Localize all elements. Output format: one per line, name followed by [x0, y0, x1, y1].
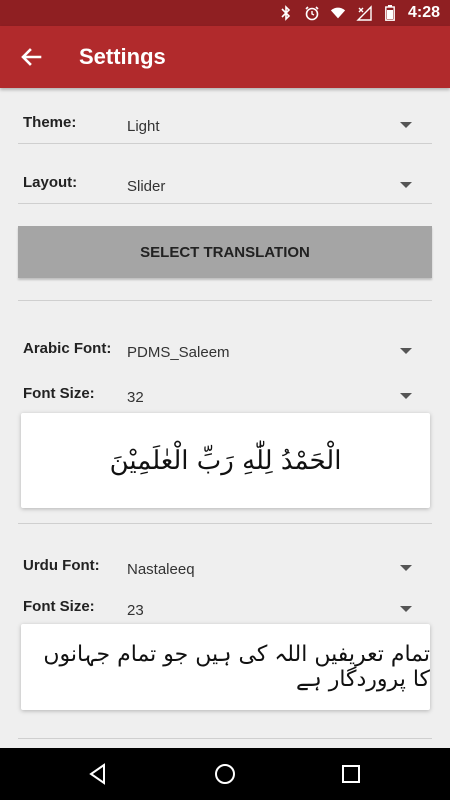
- alarm-icon: [304, 5, 320, 21]
- dropdown-arrow-icon[interactable]: [400, 393, 412, 399]
- wifi-icon: [330, 5, 346, 21]
- app-bar: Settings: [0, 26, 450, 88]
- arabic-preview-card: الْحَمْدُ لِلّٰهِ رَبِّ الْعٰلَمِيْنَ: [21, 413, 430, 508]
- urdu-font-size-value[interactable]: 23: [127, 602, 144, 619]
- dropdown-arrow-icon[interactable]: [400, 122, 412, 128]
- layout-value[interactable]: Slider: [127, 178, 165, 195]
- divider: [18, 203, 432, 204]
- divider: [18, 523, 432, 524]
- urdu-font-label: Urdu Font:: [23, 557, 100, 574]
- layout-setting[interactable]: Layout: Slider: [0, 156, 450, 200]
- back-arrow-icon[interactable]: [18, 44, 44, 70]
- page-title: Settings: [79, 44, 166, 69]
- theme-label: Theme:: [23, 114, 77, 131]
- navigation-bar: [0, 748, 450, 800]
- bluetooth-icon: [278, 5, 294, 21]
- signal-icon: [356, 5, 372, 21]
- nav-recents-icon[interactable]: [339, 762, 363, 786]
- theme-setting[interactable]: Theme: Light: [0, 96, 450, 140]
- urdu-font-size-label: Font Size:: [23, 598, 95, 615]
- status-icons: 4:28: [278, 4, 440, 22]
- arabic-font-size-label: Font Size:: [23, 385, 95, 402]
- status-bar: 4:28: [0, 0, 450, 26]
- arabic-font-setting[interactable]: Arabic Font: PDMS_Saleem: [0, 322, 450, 366]
- arabic-preview-text: الْحَمْدُ لِلّٰهِ رَبِّ الْعٰلَمِيْنَ: [109, 445, 342, 476]
- arabic-font-size-setting[interactable]: Font Size: 32: [0, 367, 450, 411]
- dropdown-arrow-icon[interactable]: [400, 565, 412, 571]
- divider: [18, 143, 432, 144]
- urdu-font-value[interactable]: Nastaleeq: [127, 561, 195, 578]
- select-translation-button[interactable]: SELECT TRANSLATION: [18, 226, 432, 278]
- dropdown-arrow-icon[interactable]: [400, 606, 412, 612]
- dropdown-arrow-icon[interactable]: [400, 348, 412, 354]
- divider: [18, 300, 432, 301]
- divider: [18, 738, 432, 739]
- status-time: 4:28: [407, 4, 440, 21]
- urdu-preview-card: تمام تعریفیں اللہ کی ہیں جو تمام جہانوں …: [21, 624, 430, 710]
- dropdown-arrow-icon[interactable]: [400, 182, 412, 188]
- layout-label: Layout:: [23, 174, 78, 191]
- arabic-font-label: Arabic Font:: [23, 340, 112, 357]
- arabic-font-value[interactable]: PDMS_Saleem: [127, 344, 230, 361]
- nav-home-icon[interactable]: [213, 762, 237, 786]
- arabic-font-size-value[interactable]: 32: [127, 389, 144, 406]
- theme-value[interactable]: Light: [127, 118, 160, 135]
- urdu-font-size-setting[interactable]: Font Size: 23: [0, 580, 450, 624]
- urdu-preview-text: تمام تعریفیں اللہ کی ہیں جو تمام جہانوں …: [43, 642, 430, 692]
- battery-icon: [382, 5, 398, 21]
- nav-back-icon[interactable]: [86, 762, 110, 786]
- settings-list[interactable]: Theme: Light Layout: Slider SELECT TRANS…: [0, 88, 450, 748]
- urdu-font-setting[interactable]: Urdu Font: Nastaleeq: [0, 539, 450, 583]
